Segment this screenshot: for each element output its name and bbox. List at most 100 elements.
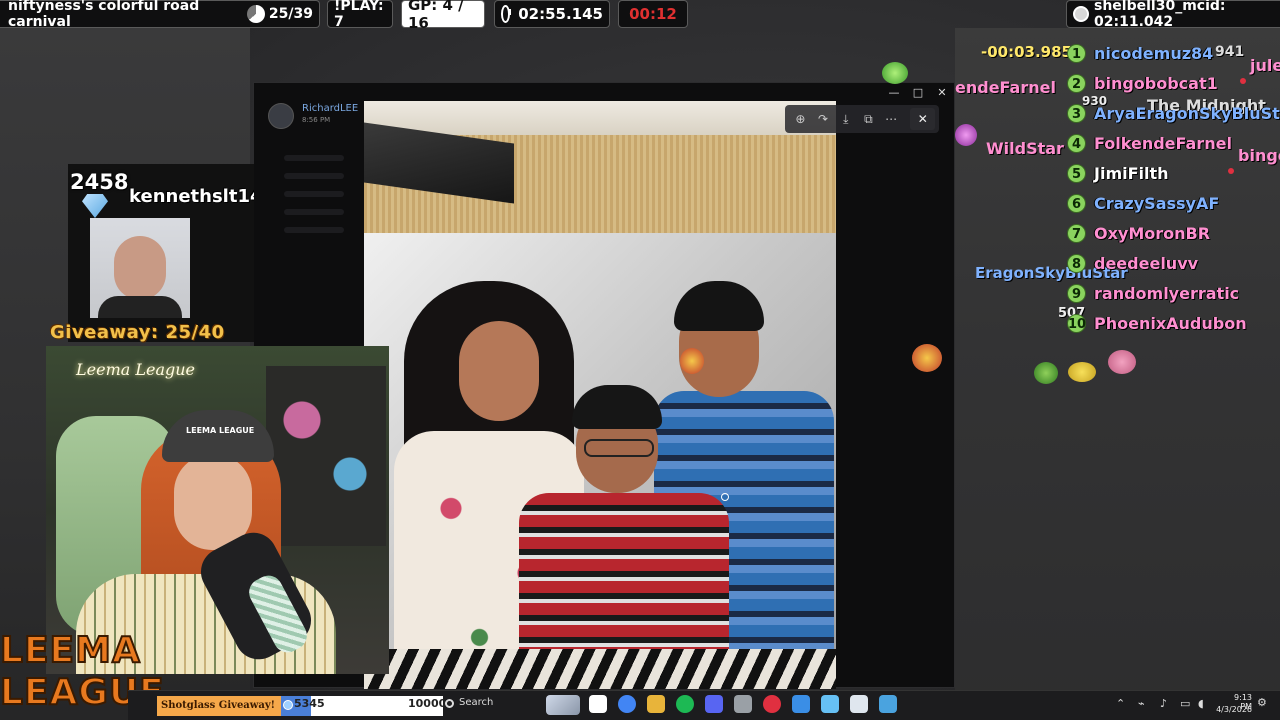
spotify-icon[interactable] [676,695,694,713]
leaderboard-rank: 6 [1067,193,1086,213]
message-sender: RichardLEE 8:56 PM [268,103,358,129]
leaderboard-name: bingobobcat1 [1094,73,1218,93]
share-icon[interactable]: ↷ [812,112,835,126]
play-count: !PLAY: 7 [334,0,384,30]
sparkle-icon [1228,168,1234,174]
progress-pie-icon [246,5,265,23]
run-timer-chip: 02:55.145 [494,0,610,28]
leaderboard-row: 9 randomlyerratic [1067,282,1239,304]
stream-progress: 25/39 [268,6,313,22]
cursor-icon [721,493,729,501]
emote-icon [912,344,942,372]
goal-current: 5345 [294,697,325,710]
floating-name-jule: jule [1250,56,1280,75]
run-timer: 02:55.145 [518,5,603,23]
leaderboard-row: 4 FolkendeFarnel [1067,132,1232,154]
clock-icon [501,5,512,23]
host-cap-text: LEEMA LEAGUE [186,426,255,435]
steam-controller-icon[interactable] [734,695,752,713]
settings-icon[interactable]: ⚙ [1257,696,1267,709]
emote-icon [1068,362,1096,382]
leaderboard-name: AryaEragonSkyBluStar [1094,103,1280,123]
leaderboard-row: 7 OxyMoronBR [1067,222,1210,244]
leaderboard-name: deedeeluvv [1094,253,1199,273]
user-time: shelbell30_mcid: 02:11.042 [1094,0,1226,30]
sparkle-icon [1240,78,1246,84]
taskbar-date[interactable]: 4/3/2026 [1212,705,1252,714]
zebra-print-floor [364,649,836,689]
emote-icon [1034,362,1058,384]
floating-number-941: 941 [1215,44,1245,60]
sidebar-placeholder [284,227,344,233]
sidebar-placeholder [284,173,344,179]
floating-name-bingo: bingo [1238,146,1280,165]
shotglass-giveaway-label: Shotglass Giveaway! [157,696,281,716]
leaderboard-rank: 8 [1067,253,1086,273]
chrome-icon[interactable] [618,695,636,713]
goal-target: 10000 [408,697,447,710]
obs-icon[interactable] [792,695,810,713]
blurred-sidebar [254,143,362,343]
folder-icon[interactable] [647,695,665,713]
record-icon[interactable] [763,695,781,713]
photo-paper-edge [364,101,836,135]
search-icon[interactable] [445,699,454,708]
chevron-up-icon[interactable]: ⌃ [1116,697,1125,710]
open-external-icon[interactable]: ⧉ [857,112,880,127]
taskbar-search-label[interactable]: Search [459,697,493,708]
download-icon[interactable]: ⤓ [834,112,857,127]
leaderboard-rank: 5 [1067,163,1086,183]
close-viewer-button[interactable]: ✕ [910,108,936,130]
guest-score: 2458 [70,170,129,194]
play-count-chip: !PLAY: 7 [327,0,393,30]
network-icon[interactable]: ⌁ [1138,697,1145,710]
sender-timestamp: 8:56 PM [302,116,331,124]
leaderboard-row: 10 PhoenixAudubon [1067,312,1247,334]
giveaway-counter: Giveaway: 25/40 [50,322,225,343]
shelf-decor [266,366,386,546]
leaderboard-row: 6 CrazySassyAF [1067,192,1219,214]
glasses [584,439,654,457]
sender-name[interactable]: RichardLEE [302,103,358,114]
notepad-icon[interactable] [850,695,868,713]
leaderboard-rank: 3 [1067,103,1086,123]
red-timer-chip: 00:12 [618,0,688,28]
volume-icon[interactable]: ◖ [1198,697,1204,710]
gem-icon [283,700,293,710]
sidebar-placeholder [284,209,344,215]
leaderboard-rank: 9 [1067,283,1086,303]
leaderboard-name: nicodemuz84 [1094,43,1214,63]
emote-icon [1108,350,1136,374]
steam-icon[interactable] [821,695,839,713]
guest-face [114,236,166,300]
photo-toolbar: ⊕ ↷ ⤓ ⧉ ⋯ ✕ [785,105,939,133]
search-highlight-icon[interactable] [546,695,580,715]
leaderboard-rank: 4 [1067,133,1086,153]
microphone-tray-icon[interactable]: ♪ [1160,697,1167,710]
leaderboard-row: 2 bingobobcat1 [1067,72,1218,94]
leaderboard-name: FolkendeFarnel [1094,133,1232,153]
window-close-button[interactable]: ✕ [930,86,954,99]
leaderboard-rank: 10 [1067,313,1086,333]
stream-title-chip: niftyness's colorful road carnival 25/39 [0,0,320,30]
sidebar-placeholder [284,191,344,197]
leaderboard-rank: 1 [1067,43,1086,63]
maximize-button[interactable]: □ [906,86,930,99]
leaderboard-row: 5 JimiFilth [1067,162,1169,184]
avatar[interactable] [268,103,294,129]
discord-icon[interactable] [705,695,723,713]
logo-line-1: LEEMA [0,629,141,672]
leaderboard-name: JimiFilth [1094,163,1169,183]
more-icon[interactable]: ⋯ [880,112,903,126]
family-photo[interactable] [364,101,836,689]
minimize-button[interactable]: — [882,86,906,99]
guest-webcam [90,218,190,318]
leaderboard-name: CrazySassyAF [1094,193,1220,213]
display-icon[interactable]: ▭ [1180,697,1190,710]
emote-icon [680,348,704,374]
red-timer: 00:12 [629,5,677,23]
zoom-in-icon[interactable]: ⊕ [789,112,812,126]
guest-shirt [98,296,182,318]
document-icon[interactable] [879,695,897,713]
file-explorer-icon[interactable] [589,695,607,713]
